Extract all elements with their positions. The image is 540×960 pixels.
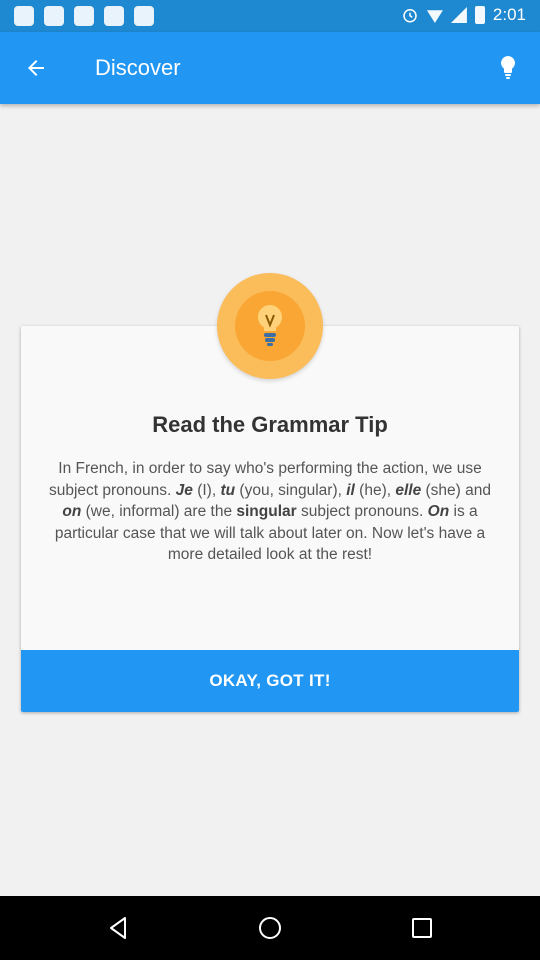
nav-home-icon — [259, 917, 281, 939]
notification-icon — [14, 6, 34, 26]
notification-icon — [44, 6, 64, 26]
okay-got-it-button[interactable]: OKAY, GOT IT! — [21, 650, 519, 712]
card-body-segment: singular — [236, 503, 297, 520]
card-body-segment: (he), — [354, 481, 396, 499]
card-body-segment: (she) and — [421, 481, 492, 499]
card-body-segment: elle — [395, 481, 422, 499]
card-body-segment: subject pronouns. — [296, 503, 428, 520]
back-button[interactable] — [12, 44, 60, 92]
card-body-segment: tu — [220, 481, 236, 499]
card-body-segment: (we, informal) are the — [81, 503, 237, 520]
lightbulb-icon — [257, 305, 283, 346]
card-body: In French, in order to say who's perform… — [43, 458, 497, 566]
page-title: Discover — [95, 55, 181, 80]
wifi-icon — [426, 10, 443, 23]
notification-icon — [74, 6, 94, 26]
grammar-tip-button[interactable] — [484, 44, 532, 92]
cell-signal-icon — [450, 7, 467, 23]
card-title: Read the Grammar Tip — [152, 412, 388, 437]
status-time: 2:01 — [492, 5, 526, 24]
arrow-back-icon — [28, 60, 44, 76]
notification-icon — [134, 6, 154, 26]
card-body-segment: (I), — [192, 481, 221, 499]
system-icons: 2:01 — [401, 5, 526, 25]
bulb-badge — [217, 273, 323, 379]
notification-icon — [104, 6, 124, 26]
status-bar: 2:01 — [0, 0, 540, 32]
alarm-icon — [403, 9, 417, 23]
nav-recents-button[interactable] — [400, 906, 444, 950]
nav-back-button[interactable] — [96, 906, 140, 950]
lightbulb-icon — [501, 56, 515, 79]
nav-home-button[interactable] — [248, 906, 292, 950]
battery-icon — [474, 6, 485, 24]
card-body-segment: (you, singular), — [235, 481, 347, 499]
grammar-tip-card: Read the Grammar Tip In French, in order… — [21, 326, 519, 712]
app-bar: Discover — [0, 32, 540, 104]
navigation-bar — [0, 896, 540, 960]
card-body-segment: On — [427, 503, 450, 520]
card-body-segment: Je — [175, 481, 193, 499]
card-body-segment: il — [346, 481, 355, 499]
notification-icons — [14, 6, 154, 26]
nav-back-icon — [110, 917, 126, 939]
nav-recents-icon — [412, 918, 432, 938]
card-body-segment: on — [62, 503, 82, 520]
